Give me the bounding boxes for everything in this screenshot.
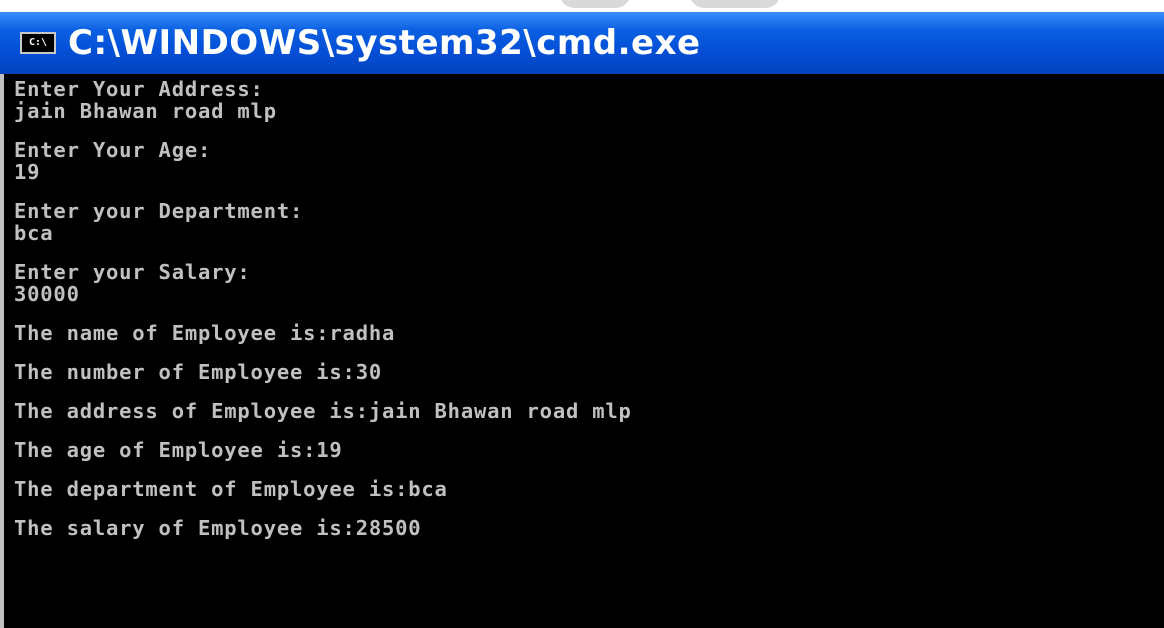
console-line: The number of Employee is:30 [14,360,382,384]
cmd-window: C:\ C:\WINDOWS\system32\cmd.exe Enter Yo… [0,0,1164,628]
console-line: The salary of Employee is:28500 [14,516,422,540]
console-line: 19 [14,160,41,184]
console-line: jain Bhawan road mlp [14,99,277,123]
console-line: Enter your Department: [14,199,304,223]
console-icon[interactable]: C:\ [20,32,56,54]
console-output[interactable]: Enter Your Address: jain Bhawan road mlp E… [0,74,1164,628]
console-line: Enter Your Age: [14,138,212,162]
console-line: The department of Employee is:bca [14,477,448,501]
console-line: bca [14,221,54,245]
console-line: The name of Employee is:radha [14,321,396,345]
console-line: 30000 [14,282,80,306]
console-line: Enter Your Address: [14,77,264,101]
window-title: C:\WINDOWS\system32\cmd.exe [68,23,701,63]
console-line: Enter your Salary: [14,260,251,284]
console-line: The age of Employee is:19 [14,438,343,462]
title-bar[interactable]: C:\ C:\WINDOWS\system32\cmd.exe [0,12,1164,74]
console-line: The address of Employee is:jain Bhawan r… [14,399,632,423]
